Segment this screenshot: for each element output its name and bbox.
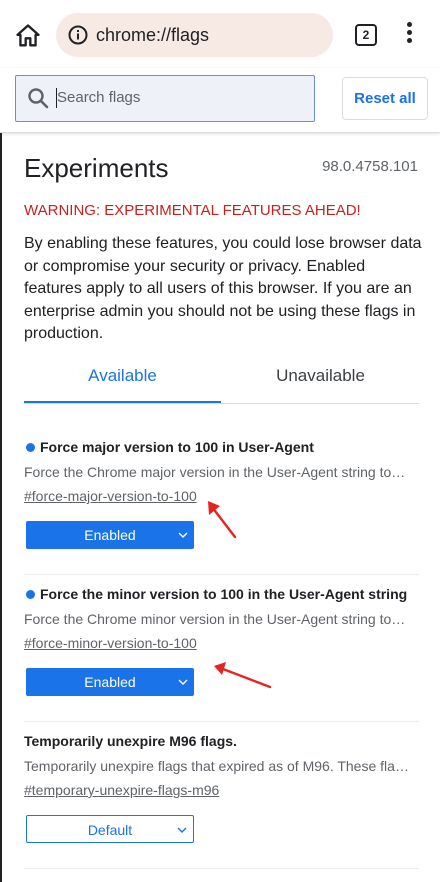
- experiment-title: Temporarily unexpire M96 flags.: [24, 733, 237, 749]
- reset-all-button[interactable]: Reset all: [342, 77, 428, 120]
- chevron-down-icon: [178, 532, 188, 538]
- annotation-arrow: [214, 662, 272, 689]
- experiment-description: Force the Chrome major version in the Us…: [24, 464, 409, 480]
- modified-indicator: [26, 443, 35, 452]
- intro-text: By enabling these features, you could lo…: [24, 235, 422, 342]
- experiment-link[interactable]: #temporary-unexpire-flags-m96: [24, 782, 219, 798]
- chevron-down-icon: [177, 827, 187, 833]
- modified-indicator: [26, 590, 35, 599]
- experiment-title: Force the minor version to 100 in the Us…: [24, 586, 407, 602]
- info-icon[interactable]: [68, 25, 88, 45]
- flags-header: Search flags Reset all: [0, 68, 440, 133]
- browser-toolbar: chrome://flags 2: [0, 0, 440, 68]
- page-title: Experiments: [24, 153, 169, 183]
- experiment-description: Force the Chrome minor version in the Us…: [24, 611, 409, 627]
- warning-text: WARNING: EXPERIMENTAL FEATURES AHEAD!: [24, 202, 361, 219]
- tab-bar: Available Unavailable: [24, 351, 419, 404]
- experiment-link[interactable]: #force-major-version-to-100: [24, 488, 197, 504]
- experiment-title: Force major version to 100 in User-Agent: [24, 439, 314, 455]
- tab-switcher-button[interactable]: 2: [355, 24, 377, 46]
- experiment-item: Temporarily unexpire M96 flags. Temporar…: [24, 722, 419, 869]
- url-text: chrome://flags: [96, 25, 210, 45]
- search-icon: [28, 88, 49, 109]
- more-menu-icon[interactable]: [402, 22, 416, 48]
- tab-unavailable[interactable]: Unavailable: [222, 351, 419, 403]
- annotation-arrow: [208, 501, 237, 539]
- omnibox[interactable]: chrome://flags: [56, 13, 333, 57]
- search-input[interactable]: Search flags: [15, 75, 315, 122]
- experiment-state-select[interactable]: Enabled: [26, 521, 194, 549]
- home-icon[interactable]: [14, 22, 42, 50]
- experiment-link[interactable]: #force-minor-version-to-100: [24, 635, 197, 651]
- experiment-item: Force the minor version to 100 in the Us…: [24, 575, 419, 722]
- search-placeholder: Search flags: [57, 89, 141, 106]
- left-edge-divider: [0, 133, 2, 882]
- chevron-down-icon: [178, 679, 188, 685]
- version-label: 98.0.4758.101: [322, 158, 418, 175]
- tab-available[interactable]: Available: [24, 351, 221, 403]
- experiment-state-select[interactable]: Default: [26, 815, 194, 843]
- experiment-state-select[interactable]: Enabled: [26, 668, 194, 696]
- experiment-description: Temporarily unexpire flags that expired …: [24, 758, 409, 774]
